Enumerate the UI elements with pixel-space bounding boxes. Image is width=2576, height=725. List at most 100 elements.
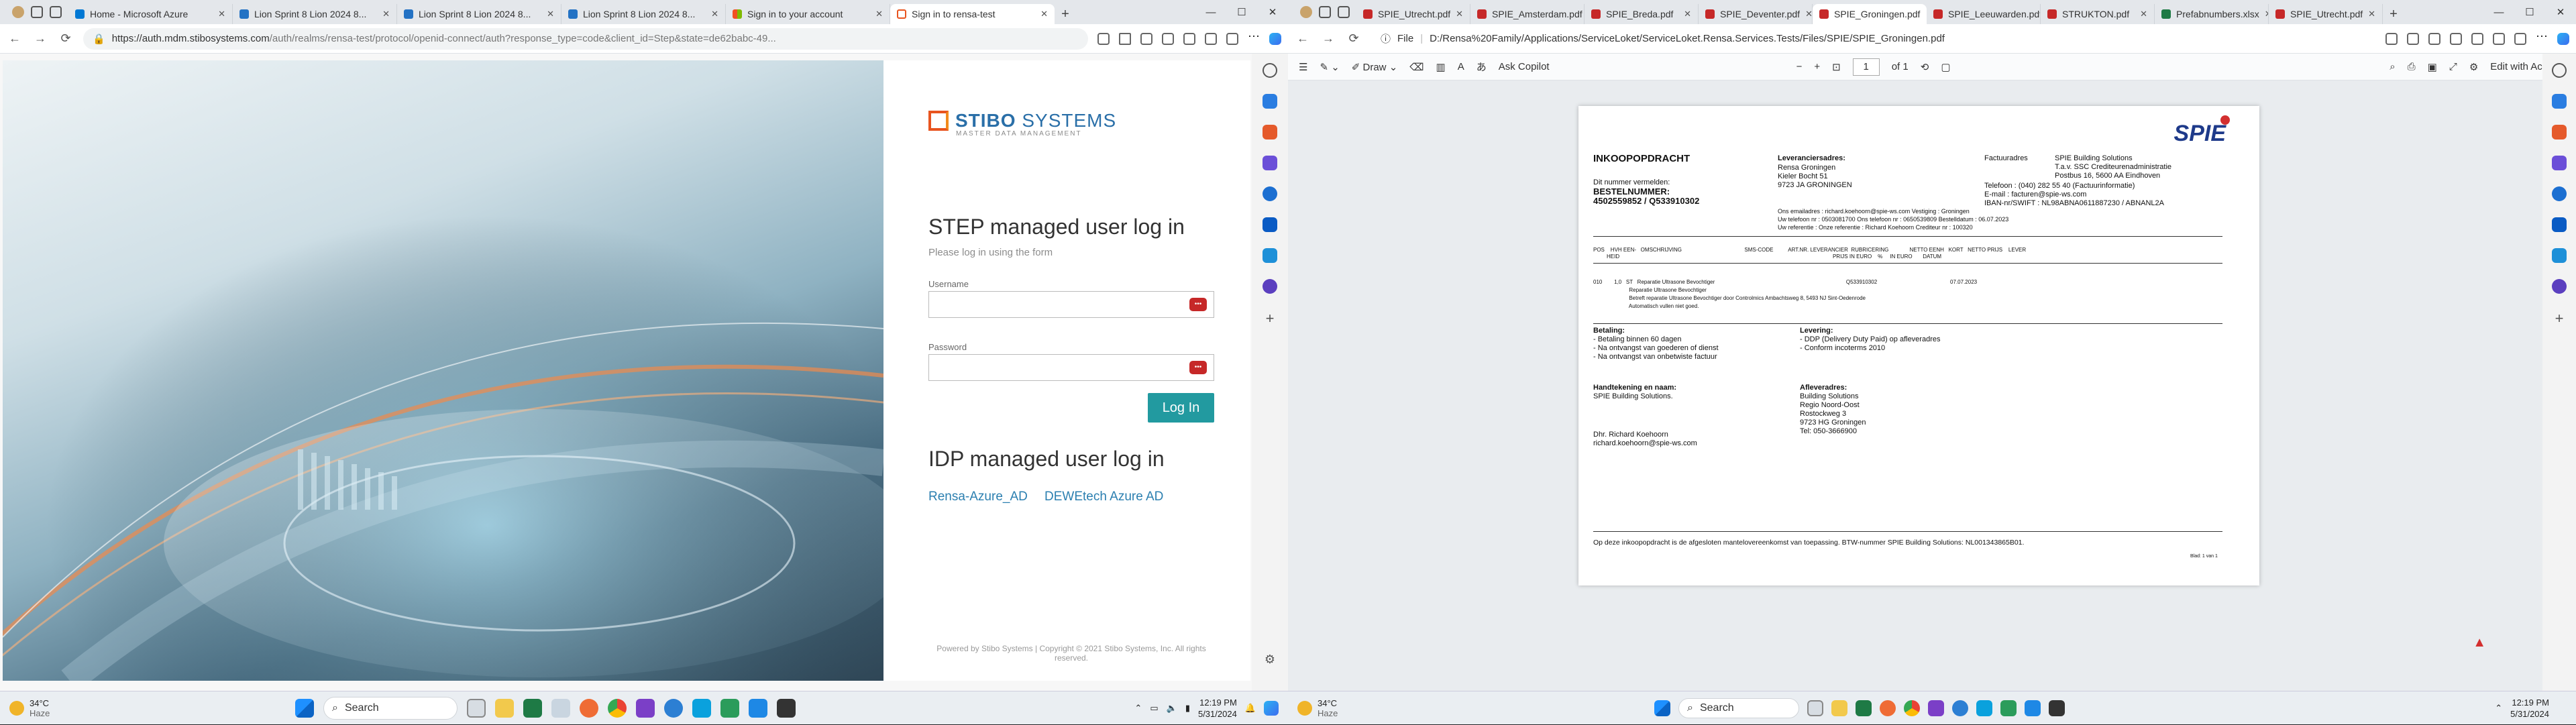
password-manager-icon[interactable]: ••• bbox=[1189, 298, 1207, 311]
password-manager-icon[interactable]: ••• bbox=[1189, 361, 1207, 374]
favorite-icon[interactable] bbox=[1119, 32, 1131, 45]
terminal-icon[interactable] bbox=[777, 699, 796, 718]
ask-copilot-button[interactable]: Ask Copilot bbox=[1499, 61, 1550, 72]
workspaces-icon[interactable] bbox=[1319, 6, 1331, 18]
edge-icon[interactable] bbox=[1952, 700, 1968, 716]
volume-icon[interactable]: 🔈 bbox=[1167, 703, 1177, 714]
zoom-out-icon[interactable]: − bbox=[1796, 61, 1803, 72]
close-icon[interactable]: ✕ bbox=[711, 9, 718, 19]
refresh-icon[interactable]: ⟳ bbox=[1346, 32, 1362, 46]
vscode-icon[interactable] bbox=[2025, 700, 2041, 716]
chrome-icon[interactable] bbox=[608, 699, 627, 718]
weather-widget[interactable]: 34°C Haze bbox=[0, 698, 50, 718]
close-icon[interactable]: ✕ bbox=[2368, 9, 2375, 19]
login-button[interactable]: Log In bbox=[1148, 393, 1214, 423]
edge-icon[interactable] bbox=[664, 699, 683, 718]
read-aloud-icon[interactable] bbox=[1097, 32, 1110, 45]
tab-pdf[interactable]: STRUKTON.pdf ✕ bbox=[2041, 4, 2155, 24]
shopping-icon[interactable] bbox=[1263, 94, 1277, 109]
forward-icon[interactable]: → bbox=[1320, 32, 1336, 46]
search-icon[interactable] bbox=[1263, 63, 1277, 78]
url-field[interactable]: ⓘ File | D:/Rensa%20Family/Applications/… bbox=[1371, 27, 2376, 50]
taskbar-search[interactable]: ⌕ Search bbox=[323, 697, 458, 720]
fit-page-icon[interactable]: ⊡ bbox=[1832, 61, 1841, 73]
close-icon[interactable]: ✕ bbox=[1456, 9, 1463, 19]
designer-icon[interactable] bbox=[2552, 279, 2567, 294]
word-icon[interactable] bbox=[551, 699, 570, 718]
read-aloud-icon[interactable]: A bbox=[1458, 61, 1464, 72]
back-icon[interactable]: ← bbox=[1295, 32, 1311, 46]
save-icon[interactable]: ▣ bbox=[2428, 61, 2437, 73]
draw-button[interactable]: ✐ Draw ⌄ bbox=[1352, 61, 1398, 73]
new-tab-button[interactable]: + bbox=[2383, 4, 2404, 24]
close-icon[interactable]: ✕ bbox=[1805, 9, 1812, 19]
print-icon[interactable]: ⎙ bbox=[2408, 61, 2416, 72]
app-icon[interactable] bbox=[720, 699, 739, 718]
app-icon[interactable] bbox=[2000, 700, 2017, 716]
extensions-icon[interactable] bbox=[2428, 32, 2440, 45]
close-icon[interactable]: ✕ bbox=[1684, 9, 1691, 19]
visual-studio-icon[interactable] bbox=[636, 699, 655, 718]
app-icon[interactable] bbox=[1880, 700, 1896, 716]
tab-lion-sprint-2[interactable]: Lion Sprint 8 Lion 2024 8... ✕ bbox=[397, 4, 561, 24]
collections-icon[interactable] bbox=[2493, 32, 2505, 45]
performance-icon[interactable] bbox=[1226, 32, 1238, 45]
excel-icon[interactable] bbox=[1856, 700, 1872, 716]
zoom-icon[interactable] bbox=[2385, 32, 2398, 45]
outlook-icon[interactable] bbox=[2552, 217, 2567, 232]
erase-icon[interactable]: ⌫ bbox=[1409, 61, 1424, 73]
tools-icon[interactable] bbox=[2552, 125, 2567, 140]
chrome-icon[interactable] bbox=[1904, 700, 1920, 716]
favorite-icon[interactable] bbox=[2407, 32, 2419, 45]
close-window-icon[interactable]: ✕ bbox=[2545, 0, 2576, 24]
clock[interactable]: 12:19 PM 5/31/2024 bbox=[1198, 697, 1237, 720]
close-icon[interactable]: ✕ bbox=[875, 9, 883, 19]
close-icon[interactable]: ✕ bbox=[382, 9, 390, 19]
tab-pdf[interactable]: SPIE_Leeuwarden.pdf✕ bbox=[1927, 4, 2041, 24]
skype-icon[interactable] bbox=[1976, 700, 1992, 716]
send-icon[interactable] bbox=[2552, 248, 2567, 263]
acrobat-icon[interactable]: ▲ bbox=[2473, 635, 2486, 651]
clock[interactable]: 12:19 PM 5/31/2024 bbox=[2510, 697, 2549, 720]
page-view-icon[interactable]: ▥ bbox=[1436, 61, 1446, 73]
extensions-icon[interactable] bbox=[1140, 32, 1152, 45]
tab-lion-sprint-1[interactable]: Lion Sprint 8 Lion 2024 8... ✕ bbox=[233, 4, 397, 24]
tray-chevron-icon[interactable]: ⌃ bbox=[2495, 703, 2502, 714]
microsoft-365-icon[interactable] bbox=[1263, 186, 1277, 201]
more-menu-icon[interactable]: ⋯ bbox=[2536, 30, 2548, 45]
two-page-icon[interactable]: ▢ bbox=[1941, 61, 1950, 73]
weather-widget[interactable]: 34°C Haze bbox=[1288, 698, 1338, 718]
profile-avatar[interactable] bbox=[12, 6, 24, 18]
outlook-icon[interactable] bbox=[1263, 217, 1277, 232]
taskbar-search[interactable]: ⌕ Search bbox=[1678, 698, 1799, 718]
maximize-icon[interactable]: ☐ bbox=[2514, 0, 2545, 24]
tab-pdf[interactable]: SPIE_Utrecht.pdf ✕ bbox=[2269, 4, 2383, 24]
close-icon[interactable]: ✕ bbox=[547, 9, 554, 19]
tab-sign-in-account[interactable]: Sign in to your account ✕ bbox=[726, 4, 890, 24]
maximize-icon[interactable]: ☐ bbox=[1226, 0, 1257, 24]
contents-icon[interactable]: ☰ bbox=[1299, 61, 1307, 73]
translate-icon[interactable]: あ bbox=[1477, 60, 1487, 74]
close-icon[interactable]: ✕ bbox=[2140, 9, 2147, 19]
shopping-icon[interactable] bbox=[2552, 94, 2567, 109]
highlight-icon[interactable]: ✎ ⌄ bbox=[1320, 61, 1339, 73]
idp-link-dewetech-azure[interactable]: DEWEtech Azure AD bbox=[1044, 490, 1163, 504]
copilot-icon[interactable] bbox=[1269, 32, 1281, 45]
split-screen-icon[interactable] bbox=[2450, 32, 2462, 45]
minimize-icon[interactable]: — bbox=[2483, 0, 2514, 24]
performance-icon[interactable] bbox=[2514, 32, 2526, 45]
tab-pdf[interactable]: SPIE_Utrecht.pdf ✕ bbox=[1356, 4, 1470, 24]
notification-icon[interactable]: 🔔 bbox=[1245, 703, 1256, 714]
task-view-icon[interactable] bbox=[467, 699, 486, 718]
more-menu-icon[interactable]: ⋯ bbox=[1248, 30, 1260, 45]
refresh-icon[interactable]: ⟳ bbox=[58, 32, 74, 46]
tab-lion-sprint-3[interactable]: Lion Sprint 8 Lion 2024 8... ✕ bbox=[561, 4, 726, 24]
tab-sign-in-rensa[interactable]: Sign in to rensa-test ✕ bbox=[890, 4, 1055, 24]
task-view-icon[interactable] bbox=[1807, 700, 1823, 716]
add-icon[interactable]: + bbox=[1266, 310, 1275, 327]
idp-link-rensa-azure[interactable]: Rensa-Azure_AD bbox=[928, 490, 1028, 504]
visual-studio-icon[interactable] bbox=[1928, 700, 1944, 716]
settings-icon[interactable]: ⚙ bbox=[1265, 653, 1275, 667]
pdf-settings-icon[interactable]: ⚙ bbox=[2469, 61, 2478, 73]
page-number-input[interactable]: 1 bbox=[1852, 58, 1880, 76]
